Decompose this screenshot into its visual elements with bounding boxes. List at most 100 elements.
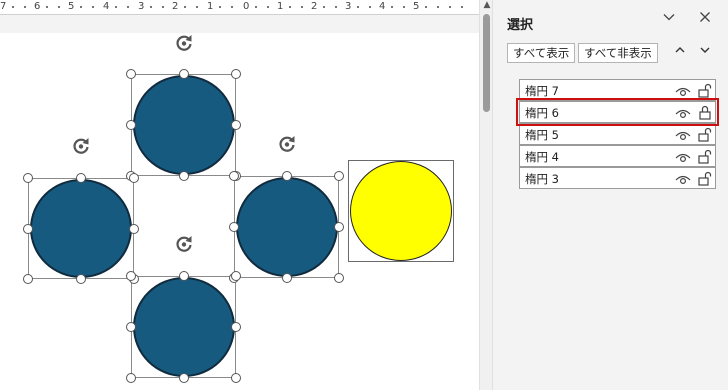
scroll-up-icon[interactable]: ▲ bbox=[482, 0, 492, 10]
ruler-tick bbox=[449, 6, 451, 8]
scrollbar-thumb[interactable] bbox=[483, 14, 490, 112]
resize-handle[interactable] bbox=[23, 224, 33, 234]
resize-handle[interactable] bbox=[334, 171, 344, 181]
ruler-tick bbox=[92, 6, 94, 8]
ruler-label: 3 bbox=[138, 1, 145, 12]
ruler-tick bbox=[24, 6, 26, 8]
ellipse-shape[interactable] bbox=[350, 161, 452, 261]
ruler-tick bbox=[12, 6, 14, 8]
ruler-tick bbox=[437, 6, 439, 8]
resize-handle[interactable] bbox=[229, 222, 239, 232]
resize-handle[interactable] bbox=[126, 120, 136, 130]
resize-handle[interactable] bbox=[23, 173, 33, 183]
ruler-label: 5 bbox=[68, 1, 75, 12]
rotate-icon[interactable] bbox=[174, 33, 194, 53]
vertical-scrollbar[interactable]: ▲ bbox=[479, 0, 493, 390]
ruler-label: 5 bbox=[413, 1, 420, 12]
selection-pane: 選択 すべて表示 すべて非表示 楕円 7 楕円 6 楕円 5 楕円 4 楕円 3 bbox=[493, 0, 728, 390]
resize-handle[interactable] bbox=[229, 171, 239, 181]
ruler-tick bbox=[403, 6, 405, 8]
ruler-tick bbox=[323, 6, 325, 8]
eye-icon[interactable] bbox=[675, 172, 691, 186]
resize-handle[interactable] bbox=[334, 273, 344, 283]
ruler-tick bbox=[58, 6, 60, 8]
ruler-tick bbox=[425, 6, 427, 8]
ellipse-right[interactable] bbox=[234, 176, 339, 278]
list-item[interactable]: 楕円 3 bbox=[519, 167, 716, 189]
unlock-icon[interactable] bbox=[697, 126, 713, 142]
resize-handle[interactable] bbox=[126, 373, 136, 383]
resize-handle[interactable] bbox=[76, 274, 86, 284]
resize-handle[interactable] bbox=[231, 322, 241, 332]
unlock-icon[interactable] bbox=[697, 170, 713, 186]
unlock-icon[interactable] bbox=[697, 82, 713, 98]
close-icon[interactable] bbox=[695, 10, 715, 30]
list-item[interactable]: 楕円 7 bbox=[519, 79, 716, 101]
resize-handle[interactable] bbox=[126, 322, 136, 332]
slide-canvas[interactable]: 7 6 5 4 3 2 1 0 1 2 3 4 5 bbox=[0, 0, 479, 390]
resize-handle[interactable] bbox=[282, 171, 292, 181]
ellipse-top[interactable] bbox=[131, 74, 236, 176]
list-item[interactable]: 楕円 5 bbox=[519, 123, 716, 145]
resize-handle[interactable] bbox=[126, 271, 136, 281]
send-backward-button[interactable] bbox=[695, 43, 715, 63]
ruler-label: 7 bbox=[0, 1, 7, 12]
ruler-tick bbox=[301, 6, 303, 8]
ellipse-left[interactable] bbox=[28, 178, 134, 279]
eye-icon[interactable] bbox=[675, 150, 691, 164]
shape-name: 楕円 5 bbox=[525, 128, 559, 142]
unlock-icon[interactable] bbox=[697, 148, 713, 164]
ellipse-shape[interactable] bbox=[30, 179, 132, 278]
resize-handle[interactable] bbox=[179, 373, 189, 383]
ruler-tick bbox=[369, 6, 371, 8]
shape-list: 楕円 7 楕円 6 楕円 5 楕円 4 楕円 3 bbox=[516, 79, 719, 189]
ellipse-shape[interactable] bbox=[133, 277, 235, 377]
resize-handle[interactable] bbox=[179, 69, 189, 79]
resize-handle[interactable] bbox=[231, 69, 241, 79]
ellipse-shape[interactable] bbox=[133, 75, 235, 175]
ruler-label: 1 bbox=[207, 1, 214, 12]
rotate-icon[interactable] bbox=[71, 136, 91, 156]
ruler-tick bbox=[80, 6, 82, 8]
eye-icon[interactable] bbox=[675, 106, 691, 120]
show-all-button[interactable]: すべて表示 bbox=[507, 43, 576, 63]
rotate-icon[interactable] bbox=[174, 234, 194, 254]
ellipse-bottom[interactable] bbox=[131, 276, 236, 378]
ruler-tick bbox=[196, 6, 198, 8]
resize-handle[interactable] bbox=[179, 171, 189, 181]
slide-top-margin bbox=[0, 15, 479, 33]
ellipse-shape[interactable] bbox=[236, 177, 338, 277]
resize-handle[interactable] bbox=[334, 222, 344, 232]
resize-handle[interactable] bbox=[231, 120, 241, 130]
resize-handle[interactable] bbox=[126, 69, 136, 79]
resize-handle[interactable] bbox=[23, 274, 33, 284]
resize-handle[interactable] bbox=[282, 273, 292, 283]
ruler-tick bbox=[219, 6, 221, 8]
eye-icon[interactable] bbox=[675, 128, 691, 142]
ruler-tick bbox=[255, 6, 257, 8]
list-item[interactable]: 楕円 4 bbox=[519, 145, 716, 167]
resize-handle[interactable] bbox=[231, 373, 241, 383]
bring-forward-button[interactable] bbox=[670, 43, 690, 63]
chevron-down-icon bbox=[700, 47, 710, 53]
ruler-tick bbox=[231, 6, 233, 8]
ruler-tick bbox=[267, 6, 269, 8]
resize-handle[interactable] bbox=[129, 173, 139, 183]
resize-handle[interactable] bbox=[129, 224, 139, 234]
shape-name: 楕円 7 bbox=[525, 84, 559, 98]
resize-handle[interactable] bbox=[76, 173, 86, 183]
list-item-selected[interactable]: 楕円 6 bbox=[516, 98, 719, 126]
rotate-icon[interactable] bbox=[277, 134, 297, 154]
hide-all-button[interactable]: すべて非表示 bbox=[578, 43, 658, 63]
chevron-down-icon[interactable] bbox=[659, 10, 679, 30]
eye-icon[interactable] bbox=[675, 84, 691, 98]
resize-handle[interactable] bbox=[179, 271, 189, 281]
lock-icon[interactable] bbox=[697, 104, 713, 120]
ellipse-yellow[interactable] bbox=[348, 160, 454, 262]
resize-handle[interactable] bbox=[231, 271, 241, 281]
ruler-tick bbox=[115, 6, 117, 8]
ruler-label: 2 bbox=[311, 1, 318, 12]
shape-name: 楕円 6 bbox=[525, 106, 559, 120]
pane-title: 選択 bbox=[507, 18, 534, 33]
ruler-tick bbox=[357, 6, 359, 8]
